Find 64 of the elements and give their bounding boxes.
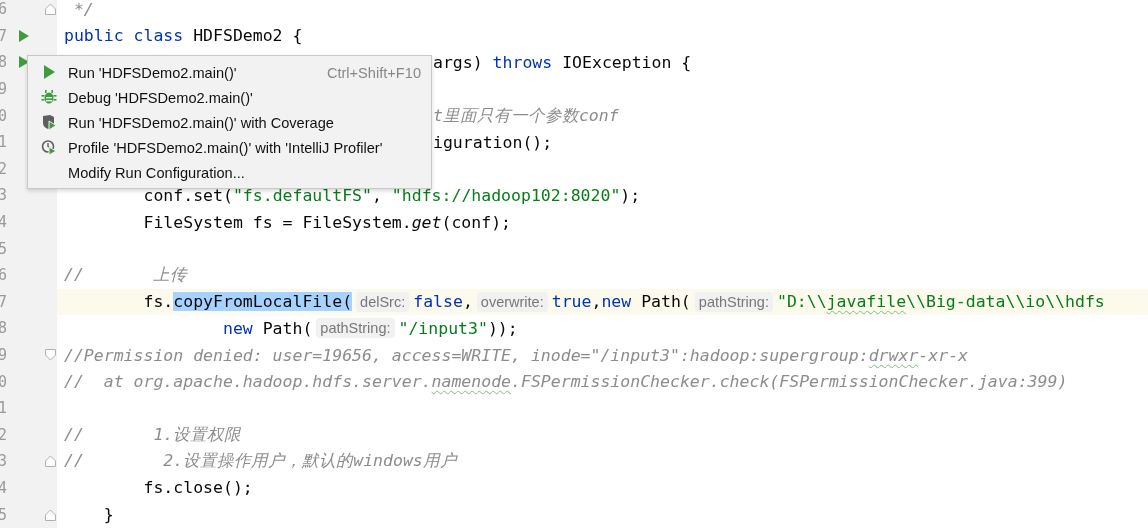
menu-item[interactable]: Run 'HDFSDemo2.main()' Ctrl+Shift+F10 [28, 60, 431, 85]
code-text: , [371, 185, 383, 205]
fold-icon[interactable] [45, 3, 56, 16]
code-string: "fs.defaultFS" [232, 185, 372, 205]
code-comment: // 上传 [64, 264, 188, 287]
code-comment: .FSPermissionChecker.check(FSPermissionChecker.java:399) [511, 372, 1068, 392]
code-text: )); [487, 318, 518, 338]
code-comment: // at org.apache.hadoop.hdfs.server. [64, 372, 432, 392]
code-text: IOException { [561, 53, 692, 72]
selected-code: copyFromLocalFile( [173, 292, 353, 312]
code-comment: t里面只有一个参数conf [433, 104, 619, 127]
code-text: , [591, 292, 602, 312]
shortcut-text: Ctrl+Shift+F10 [326, 64, 421, 81]
code-text: args) [433, 53, 483, 72]
parameter-hint: overwrite: [476, 291, 548, 312]
fold-icon[interactable] [45, 455, 56, 468]
code-text: , [462, 292, 473, 312]
menu-item[interactable]: Run 'HDFSDemo2.main()' with Coverage [28, 110, 431, 135]
code-comment: drwxr [868, 345, 919, 365]
code-comment: // 2.设置操作用户，默认的windows用户 [64, 450, 457, 473]
code-keyword: true [551, 292, 592, 312]
code-text: FileSystem fs = FileSystem. [142, 212, 412, 232]
code-comment: // 1.设置权限 [64, 423, 242, 446]
code-keyword: new [601, 292, 632, 312]
code-keyword: false [413, 292, 463, 312]
fold-icon[interactable] [45, 508, 56, 521]
code-text: HDFSDemo2 { [192, 26, 303, 46]
clock-run-icon [41, 139, 57, 156]
code-string: "hdfs://hadoop102:8020" [391, 185, 621, 205]
bug-icon [41, 89, 57, 106]
code-text: fs.close(); [142, 478, 253, 498]
line-number: 1 [0, 399, 9, 418]
code-keyword: new [221, 318, 253, 338]
code-string: \\Big-data\\io\\hdfs [906, 292, 1105, 312]
code-comment: //Permission denied: user=19656, access=WRITE, inode="/input3":hadoop:supergroup: [64, 345, 869, 365]
code-text: Path( [261, 318, 313, 338]
code-text: iguration(); [433, 132, 553, 152]
menu-item[interactable]: Modify Run Configuration... [28, 160, 431, 185]
parameter-hint: pathString: [694, 291, 773, 312]
code-comment: -xr-x [918, 345, 968, 365]
code-text: ); [620, 185, 641, 205]
code-text: get [411, 212, 442, 232]
code-comment: */ [72, 0, 94, 19]
code-string: "/input3" [398, 318, 488, 338]
code-keyword: throws [491, 53, 553, 72]
code-keyword: public [64, 26, 124, 46]
code-keyword: class [132, 26, 184, 46]
code-text: Path( [640, 292, 691, 312]
code-text: conf.set( [142, 185, 233, 205]
parameter-hint: pathString: [316, 318, 395, 339]
fold-icon[interactable] [45, 349, 56, 361]
shield-run-icon [41, 114, 57, 131]
code-text: fs. [142, 292, 174, 312]
parameter-hint: delSrc: [356, 291, 410, 312]
run-icon [41, 64, 57, 81]
run-icon[interactable] [18, 28, 31, 43]
code-string: javafile [826, 292, 907, 312]
line-number: 1 [0, 133, 9, 152]
code-string: "D:\\ [776, 292, 827, 312]
menu-item[interactable]: Debug 'HDFSDemo2.main()' [28, 85, 431, 110]
code-text: (conf); [441, 212, 512, 232]
menu-item[interactable]: Profile 'HDFSDemo2.main()' with 'IntelliJ Profiler' [28, 135, 431, 160]
code-comment: namenode [431, 372, 512, 392]
code-text: } [102, 505, 114, 525]
